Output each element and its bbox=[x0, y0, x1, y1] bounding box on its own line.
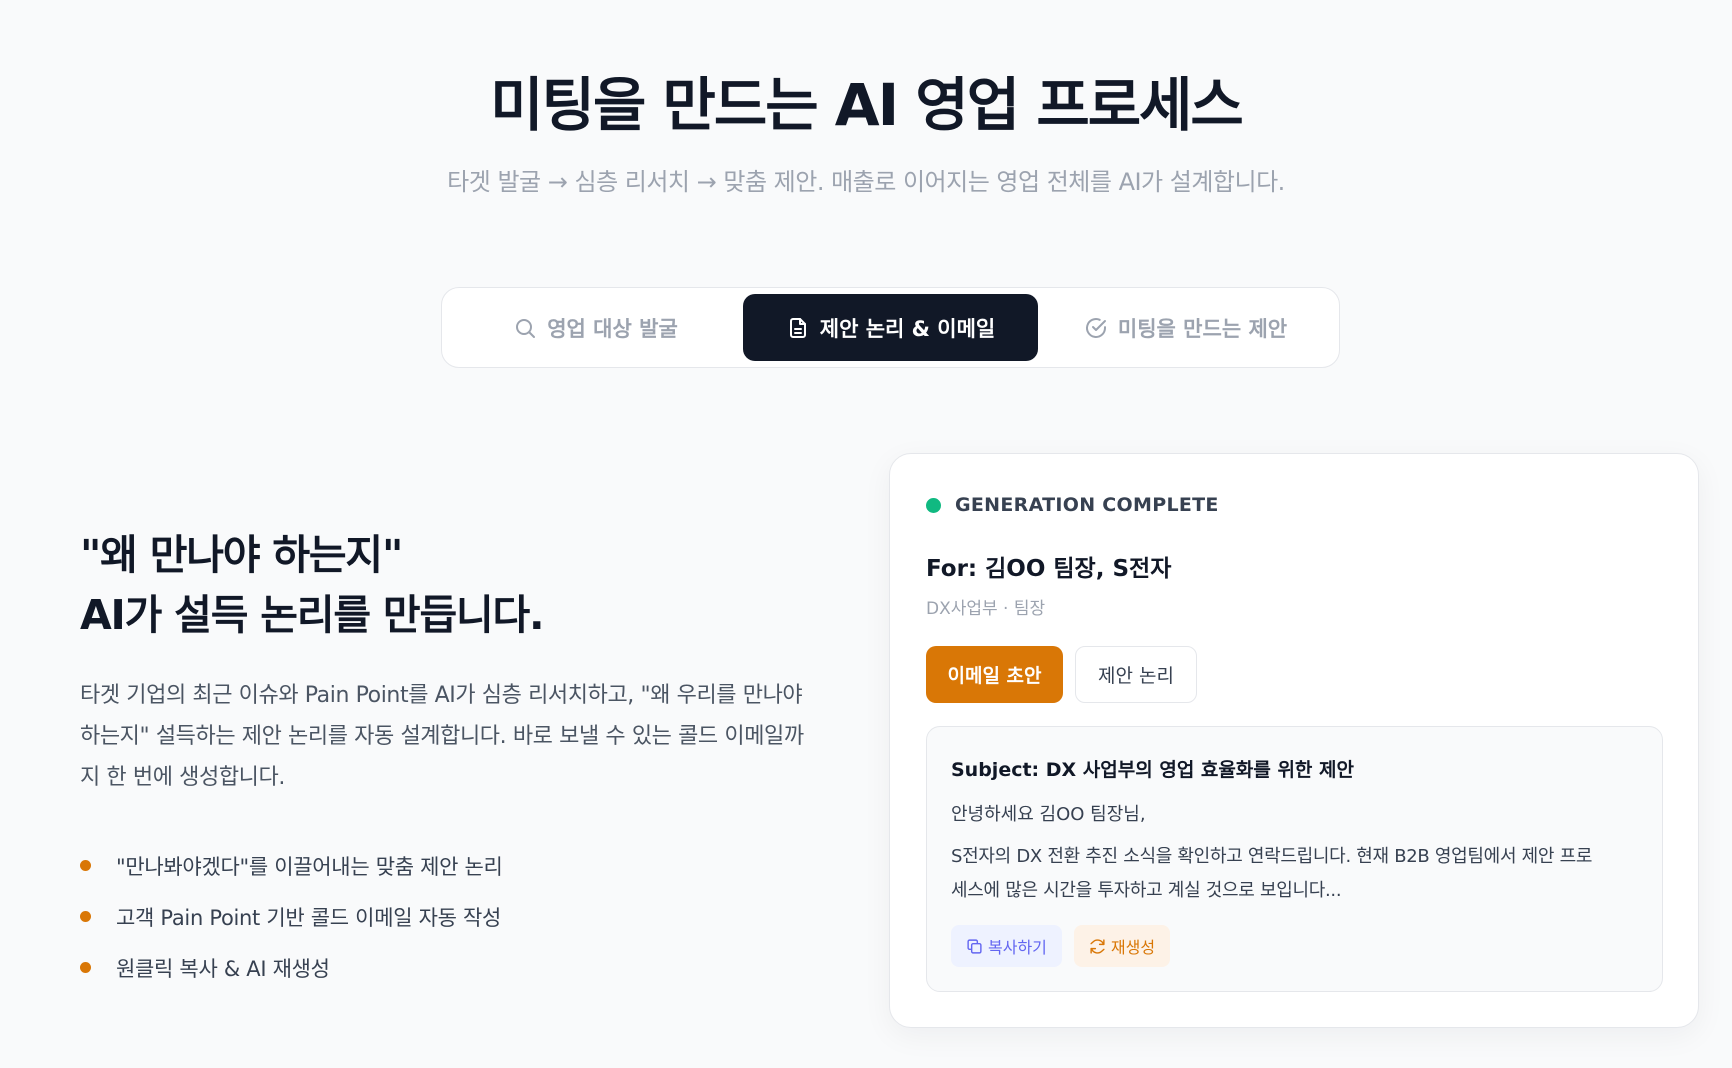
proposal-logic-button[interactable]: 제안 논리 bbox=[1075, 646, 1197, 703]
list-item: 원클릭 복사 & AI 재생성 bbox=[80, 942, 820, 993]
email-subject: Subject: DX 사업부의 영업 효율화를 위한 제안 bbox=[951, 759, 1354, 781]
bullet-dot-icon bbox=[80, 962, 91, 973]
refresh-icon bbox=[1090, 938, 1105, 954]
tab-label: 영업 대상 발굴 bbox=[547, 316, 678, 341]
bullet-text: 원클릭 복사 & AI 재생성 bbox=[116, 956, 330, 981]
status-text: GENERATION COMPLETE bbox=[955, 494, 1219, 516]
tab-meeting-proposal[interactable]: 미팅을 만드는 제안 bbox=[1038, 294, 1333, 361]
tab-label: 제안 논리 & 이메일 bbox=[819, 316, 996, 341]
page-title: 미팅을 만드는 AI 영업 프로세스 bbox=[490, 71, 1244, 139]
generation-card: GENERATION COMPLETE For: 김OO 팀장, S전자 DX사… bbox=[889, 453, 1699, 1028]
check-circle-icon bbox=[1085, 317, 1106, 338]
bullet-text: 고객 Pain Point 기반 콜드 이메일 자동 작성 bbox=[116, 905, 502, 930]
regen-label: 재생성 bbox=[1110, 938, 1156, 957]
feature-section: "왜 만나야 하는지" AI가 설득 논리를 만듭니다. 타겟 기업의 최근 이… bbox=[80, 525, 820, 993]
tab-proposal-email[interactable]: 제안 논리 & 이메일 bbox=[743, 294, 1038, 361]
feature-heading-line1: "왜 만나야 하는지" bbox=[80, 531, 403, 579]
recipient-name: For: 김OO 팀장, S전자 bbox=[926, 556, 1172, 582]
list-item: 고객 Pain Point 기반 콜드 이메일 자동 작성 bbox=[80, 891, 820, 942]
search-icon bbox=[516, 318, 536, 338]
bullet-dot-icon bbox=[80, 860, 91, 871]
email-actions: 복사하기 재생성 bbox=[951, 925, 1171, 967]
bullet-text: "만나봐야겠다"를 이끌어내는 맞춤 제안 논리 bbox=[116, 854, 503, 879]
process-tabs: 영업 대상 발굴 제안 논리 & 이메일 미팅을 만드는 제안 bbox=[441, 287, 1340, 368]
page-subtitle: 타겟 발굴 → 심층 리서치 → 맞춤 제안. 매출로 이어지는 영업 전체를 … bbox=[447, 168, 1285, 196]
email-preview: Subject: DX 사업부의 영업 효율화를 위한 제안 안녕하세요 김OO… bbox=[926, 726, 1663, 992]
copy-button[interactable]: 복사하기 bbox=[951, 925, 1062, 967]
feature-description: 타겟 기업의 최근 이슈와 Pain Point를 AI가 심층 리서치하고, … bbox=[80, 683, 804, 790]
feature-heading-line2: AI가 설득 논리를 만듭니다. bbox=[80, 591, 545, 639]
copy-icon bbox=[967, 938, 982, 954]
email-draft-button[interactable]: 이메일 초안 bbox=[926, 646, 1063, 703]
feature-bullets: "만나봐야겠다"를 이끌어내는 맞춤 제안 논리 고객 Pain Point 기… bbox=[80, 840, 820, 993]
regenerate-button[interactable]: 재생성 bbox=[1073, 925, 1171, 967]
status-dot-icon bbox=[926, 497, 941, 513]
copy-label: 복사하기 bbox=[988, 938, 1047, 957]
tab-label: 미팅을 만드는 제안 bbox=[1117, 316, 1288, 341]
bullet-dot-icon bbox=[80, 911, 91, 922]
status-badge: GENERATION COMPLETE bbox=[926, 494, 1219, 516]
email-body: S전자의 DX 전환 추진 소식을 확인하고 연락드립니다. 현재 B2B 영업… bbox=[951, 846, 1593, 901]
list-item: "만나봐야겠다"를 이끌어내는 맞춤 제안 논리 bbox=[80, 840, 820, 891]
view-toggle: 이메일 초안 제안 논리 bbox=[926, 646, 1197, 703]
tab-target-discovery[interactable]: 영업 대상 발굴 bbox=[448, 294, 743, 361]
document-icon bbox=[789, 317, 806, 338]
recipient-dept: DX사업부 · 팀장 bbox=[926, 599, 1046, 619]
feature-heading: "왜 만나야 하는지" AI가 설득 논리를 만듭니다. bbox=[80, 525, 820, 645]
email-greeting: 안녕하세요 김OO 팀장님, bbox=[951, 804, 1146, 825]
